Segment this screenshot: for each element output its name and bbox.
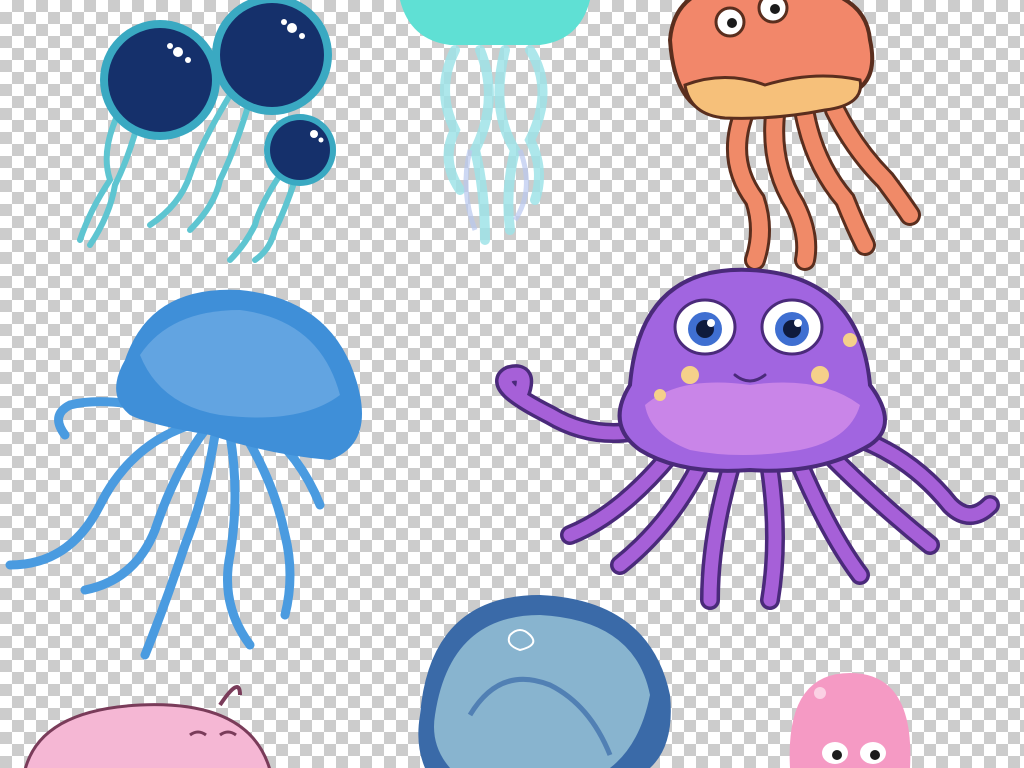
orange-cartoon-jellyfish [665,0,935,275]
purple-cartoon-jellyfish [480,265,1024,635]
navy-jellyfish-trio [60,0,350,270]
pink-partial-jellyfish-right [785,668,915,768]
pink-partial-jellyfish-left [20,680,280,768]
blue-watercolor-jellyfish [0,285,370,670]
watercolor-jellyfish-bottom [410,595,680,768]
aqua-glowing-jellyfish [400,0,590,250]
